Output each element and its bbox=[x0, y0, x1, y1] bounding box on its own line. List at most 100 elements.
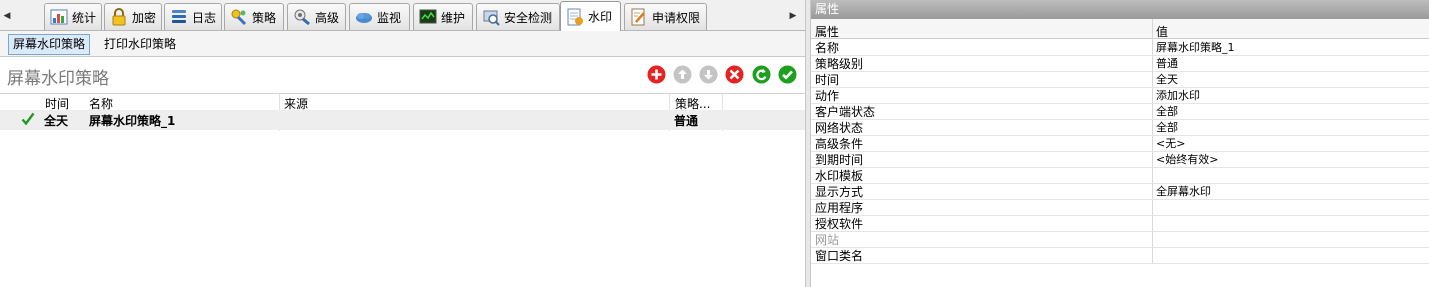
tab-scroll-right-icon[interactable]: ▶ bbox=[787, 9, 799, 23]
properties-column-value: 值 bbox=[1156, 25, 1169, 39]
property-name: 时间 bbox=[815, 73, 840, 87]
property-row[interactable]: 名称 屏幕水印策略_1 bbox=[811, 40, 1429, 56]
page-title: 屏幕水印策略 bbox=[7, 69, 109, 89]
tab-stats[interactable]: 统计 bbox=[44, 3, 102, 30]
property-row[interactable]: 窗口类名 bbox=[811, 248, 1429, 264]
property-name: 水印模板 bbox=[815, 169, 864, 183]
delete-icon bbox=[725, 65, 744, 84]
table-row[interactable]: 全天 屏幕水印策略_1 普通 bbox=[0, 110, 805, 130]
properties-header: 属性 值 bbox=[811, 19, 1429, 39]
property-row[interactable]: 客户端状态 全部 bbox=[811, 104, 1429, 120]
property-value[interactable]: 普通 bbox=[1156, 57, 1178, 71]
tab-label: 日志 bbox=[192, 10, 217, 25]
apply-button[interactable] bbox=[778, 65, 797, 84]
properties-pane: 属性 属性 值 名称 屏幕水印策略_1 策略级别 普通 时间 全天 动作 添加水印 客户端状态全… bbox=[811, 0, 1429, 287]
tab-advanced[interactable]: 高级 bbox=[287, 3, 346, 30]
arrow-down-icon bbox=[699, 65, 718, 84]
property-name: 客户端状态 bbox=[815, 105, 876, 119]
tab-label: 水印 bbox=[588, 10, 613, 24]
delete-policy-button[interactable] bbox=[725, 65, 744, 84]
property-name: 授权软件 bbox=[815, 217, 864, 231]
arrow-up-icon bbox=[673, 65, 692, 84]
property-name: 应用程序 bbox=[815, 201, 864, 215]
tab-label: 申请权限 bbox=[652, 10, 701, 25]
tab-monitor[interactable]: 监视 bbox=[349, 3, 410, 30]
tab-log[interactable]: 日志 bbox=[164, 3, 222, 30]
tab-label: 监视 bbox=[377, 10, 402, 25]
maintenance-screen-icon bbox=[418, 7, 438, 27]
padlock-icon bbox=[109, 7, 129, 27]
subtab-print-watermark[interactable]: 打印水印策略 bbox=[99, 34, 181, 55]
property-value[interactable]: 全天 bbox=[1156, 73, 1178, 87]
tab-label: 加密 bbox=[132, 10, 157, 25]
property-row[interactable]: 水印模板 bbox=[811, 168, 1429, 184]
tab-encrypt[interactable]: 加密 bbox=[104, 3, 162, 30]
module-tab-strip: ◀ 统计 加密 日志 策略 高级 监视 维护 安全检测 水印 申请权限 ▶ bbox=[0, 0, 805, 31]
tab-label: 安全检测 bbox=[504, 10, 553, 25]
property-row[interactable]: 网络状态 全部 bbox=[811, 120, 1429, 136]
property-name: 显示方式 bbox=[815, 185, 864, 199]
property-row[interactable]: 授权软件 bbox=[811, 216, 1429, 232]
property-name: 名称 bbox=[815, 41, 840, 55]
undo-icon bbox=[752, 65, 771, 84]
property-value[interactable]: 全部 bbox=[1156, 121, 1178, 135]
list-header-row: 屏幕水印策略 bbox=[0, 57, 805, 93]
add-icon bbox=[647, 65, 666, 84]
apply-check-icon bbox=[778, 65, 797, 84]
properties-column-name: 属性 bbox=[815, 25, 840, 39]
tab-label: 策略 bbox=[252, 10, 277, 25]
cell-name: 屏幕水印策略_1 bbox=[89, 114, 176, 128]
property-row[interactable]: 高级条件 <无> bbox=[811, 136, 1429, 152]
cell-time: 全天 bbox=[44, 114, 69, 128]
policy-grid-header: 时间 名称 来源 策略... bbox=[0, 93, 805, 131]
subtab-screen-watermark[interactable]: 屏幕水印策略 bbox=[8, 34, 91, 55]
property-row[interactable]: 到期时间 <始终有效> bbox=[811, 152, 1429, 168]
undo-button[interactable] bbox=[752, 65, 771, 84]
subtab-strip: 屏幕水印策略 打印水印策略 bbox=[0, 31, 805, 57]
property-value[interactable]: 全部 bbox=[1156, 105, 1178, 119]
apply-permission-icon bbox=[629, 7, 649, 27]
policy-list-pane: ◀ 统计 加密 日志 策略 高级 监视 维护 安全检测 水印 申请权限 ▶ 屏幕… bbox=[0, 0, 805, 287]
properties-table: 名称 屏幕水印策略_1 策略级别 普通 时间 全天 动作 添加水印 客户端状态 全部 网络状态 全部高… bbox=[811, 40, 1429, 264]
property-value[interactable]: <无> bbox=[1156, 137, 1185, 151]
property-row[interactable]: 网站 bbox=[811, 232, 1429, 248]
property-name: 高级条件 bbox=[815, 137, 864, 151]
tab-policy[interactable]: 策略 bbox=[224, 3, 284, 30]
property-row[interactable]: 时间 全天 bbox=[811, 72, 1429, 88]
property-value[interactable]: <始终有效> bbox=[1156, 153, 1218, 167]
property-row[interactable]: 动作 添加水印 bbox=[811, 88, 1429, 104]
monitor-cloud-icon bbox=[354, 7, 374, 27]
property-value[interactable]: 全屏幕水印 bbox=[1156, 185, 1211, 199]
property-name: 动作 bbox=[815, 89, 840, 103]
bar-chart-icon bbox=[49, 7, 69, 27]
property-name: 网络状态 bbox=[815, 121, 864, 135]
property-row[interactable]: 策略级别 普通 bbox=[811, 56, 1429, 72]
move-up-button[interactable] bbox=[673, 65, 692, 84]
tab-label: 高级 bbox=[315, 10, 340, 25]
add-policy-button[interactable] bbox=[647, 65, 666, 84]
property-value[interactable]: 添加水印 bbox=[1156, 89, 1200, 103]
tab-label: 统计 bbox=[72, 10, 97, 25]
advanced-icon bbox=[292, 7, 312, 27]
security-scan-icon bbox=[481, 7, 501, 27]
watermark-document-icon bbox=[565, 7, 585, 27]
tab-maintenance[interactable]: 维护 bbox=[413, 3, 473, 30]
tab-scroll-left-icon[interactable]: ◀ bbox=[1, 9, 13, 23]
properties-panel-title: 属性 bbox=[811, 0, 1429, 19]
log-stack-icon bbox=[169, 7, 189, 27]
property-name: 到期时间 bbox=[815, 153, 864, 167]
cell-level: 普通 bbox=[674, 114, 699, 128]
property-name: 网站 bbox=[815, 233, 840, 247]
property-row[interactable]: 应用程序 bbox=[811, 200, 1429, 216]
property-value[interactable]: 屏幕水印策略_1 bbox=[1156, 41, 1235, 55]
enabled-check-icon bbox=[21, 112, 35, 126]
property-name: 窗口类名 bbox=[815, 249, 864, 263]
move-down-button[interactable] bbox=[699, 65, 718, 84]
property-row[interactable]: 显示方式 全屏幕水印 bbox=[811, 184, 1429, 200]
tab-watermark[interactable]: 水印 bbox=[560, 1, 621, 31]
policy-icon bbox=[229, 7, 249, 27]
tab-apply-permission[interactable]: 申请权限 bbox=[624, 3, 707, 30]
tab-label: 维护 bbox=[441, 10, 466, 25]
tab-security-scan[interactable]: 安全检测 bbox=[476, 3, 560, 30]
property-name: 策略级别 bbox=[815, 57, 864, 71]
